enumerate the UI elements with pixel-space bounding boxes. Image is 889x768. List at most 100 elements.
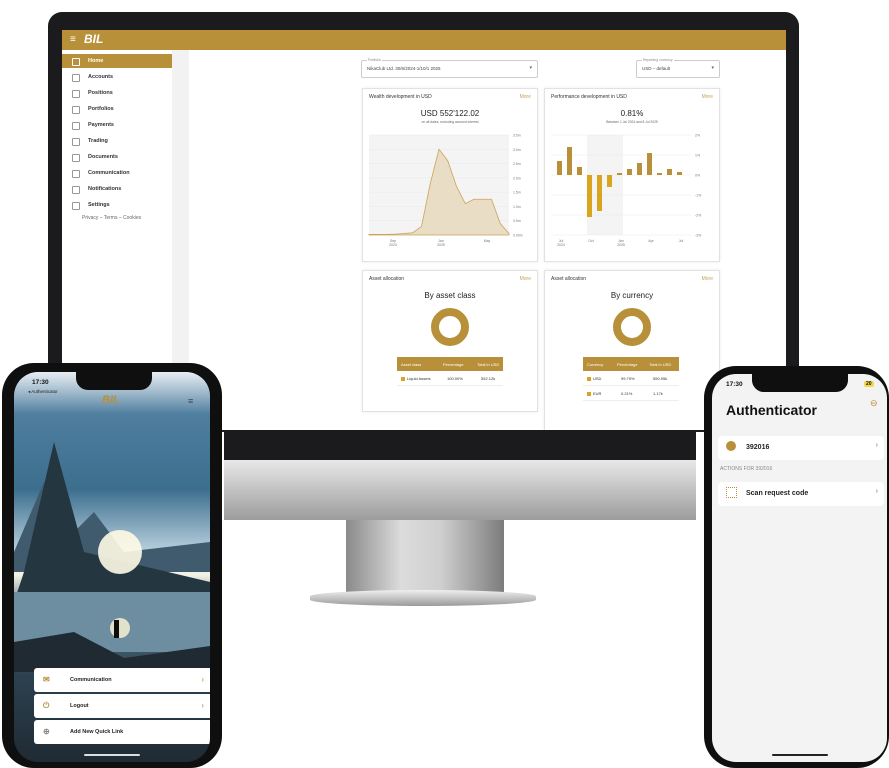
x-tick-label: Oct	[588, 239, 593, 243]
phone-notch	[752, 374, 848, 392]
wealth-subtitle: on all dates, excluding accrued interest	[421, 120, 479, 124]
chevron-right-icon: ›	[875, 442, 878, 449]
sidebar-item-positions[interactable]: Positions	[62, 86, 172, 100]
more-link[interactable]: More	[520, 276, 531, 282]
more-link[interactable]: More	[702, 276, 713, 282]
home-indicator	[84, 754, 140, 756]
performance-subtitle: Between 1 Jul 2024 and 8 Jul 2025	[606, 120, 658, 124]
allocation-class-card: Asset allocation More By asset class Ass…	[362, 270, 538, 412]
payments-icon	[72, 122, 80, 130]
performance-bar	[637, 163, 642, 175]
hamburger-menu-icon[interactable]: ≡	[188, 396, 193, 406]
currency-select[interactable]: Reporting currency USD – default ▾	[636, 58, 720, 78]
y-tick-label: 1.5m	[513, 191, 521, 195]
accounts-icon	[72, 74, 80, 82]
user-avatar-icon	[726, 441, 736, 451]
y-tick-label: -3%	[695, 234, 701, 238]
menu-icon[interactable]: ≡	[70, 34, 76, 45]
wealth-amount: USD 552'122.02	[420, 109, 480, 118]
legend-swatch	[587, 376, 591, 381]
settings-icon	[72, 202, 80, 210]
back-link[interactable]: ◂ Authenticator	[28, 389, 58, 395]
sidebar-item-communication[interactable]: Communication	[62, 166, 172, 180]
performance-card: Performance development in USD More 0.81…	[544, 88, 720, 262]
quick-link-logout[interactable]: ⏻ Logout ›	[34, 694, 210, 718]
performance-chart: 2%1%0%-1%-2%-3%Jul2024Oct Jan2025Apr Jul	[551, 134, 701, 247]
left-phone-screen: 17:30 ◂ Authenticator BIL ≡ ✉ Communicat…	[14, 372, 210, 762]
y-tick-label: 3.0m	[513, 148, 521, 152]
performance-bar	[677, 172, 682, 175]
donut-ring	[613, 308, 651, 346]
sidebar-item-notifications[interactable]: Notifications	[62, 182, 172, 196]
sidebar-item-accounts[interactable]: Accounts	[62, 70, 172, 84]
y-tick-label: 3.5m	[513, 134, 521, 138]
quick-link-communication[interactable]: ✉ Communication ›	[34, 668, 210, 692]
home-indicator	[772, 754, 828, 756]
sidebar-item-payments[interactable]: Payments	[62, 118, 172, 132]
qr-code-icon	[726, 487, 737, 498]
mountain-peak	[14, 442, 210, 602]
y-tick-label: -1%	[695, 194, 701, 198]
sidebar-item-trading[interactable]: Trading	[62, 134, 172, 148]
user-row[interactable]: 392016 ›	[718, 436, 884, 460]
sidebar-item-portfolios[interactable]: Portfolios	[62, 102, 172, 116]
donut-ring	[431, 308, 469, 346]
more-link[interactable]: More	[520, 94, 531, 100]
sidebar-item-settings[interactable]: Settings	[62, 198, 172, 212]
y-tick-label: 1%	[695, 154, 700, 158]
y-tick-label: 0%	[695, 174, 700, 178]
allocation-currency-card: Asset allocation More By currency Curren…	[544, 270, 720, 430]
chevron-down-icon: ▾	[711, 65, 714, 71]
notifications-icon	[72, 186, 80, 194]
chevron-right-icon: ›	[875, 488, 878, 495]
donut-chart	[613, 308, 651, 346]
sun-reflection	[110, 618, 130, 638]
wealth-chart: 3.5m3.0m2.5m2.0m1.5m1.0m0.5m0.00mSep2024…	[368, 134, 523, 247]
portfolios-icon	[72, 106, 80, 114]
performance-bar	[667, 169, 672, 175]
monitor-bezel-bottom	[224, 432, 696, 462]
performance-bar	[557, 161, 562, 175]
scan-request-row[interactable]: Scan request code ›	[718, 482, 884, 506]
x-tick-label: 2024	[557, 243, 565, 247]
status-time: 17:30	[726, 381, 743, 388]
top-bar: ≡ BIL	[62, 30, 786, 50]
y-tick-label: 2.0m	[513, 176, 521, 180]
page-title: Authenticator	[726, 402, 817, 418]
allocation-currency-table: Currency Percentage Total in USD USD 99.…	[583, 357, 679, 401]
table-row[interactable]: Liquid Assets 100.00% 552.12k	[397, 371, 503, 386]
home-icon	[72, 58, 80, 66]
chevron-down-icon: ▾	[529, 65, 532, 71]
performance-bar	[657, 173, 662, 175]
more-options-icon[interactable]: ⊖	[870, 398, 878, 409]
monitor-stand	[346, 520, 504, 592]
y-tick-label: -2%	[695, 214, 701, 218]
table-row[interactable]: EUR 0.21% 1.17k	[583, 386, 679, 401]
quick-link-add[interactable]: ⊕ Add New Quick Link	[34, 720, 210, 744]
phone-notch	[76, 372, 152, 390]
y-tick-label: 2%	[695, 134, 700, 138]
section-label: ACTIONS FOR 392016	[720, 466, 773, 472]
table-header: Asset class Percentage Total in USD	[397, 357, 503, 371]
sidebar-item-home[interactable]: Home	[62, 54, 172, 68]
allocation-class-table: Asset class Percentage Total in USD Liqu…	[397, 357, 503, 386]
table-header: Currency Percentage Total in USD	[583, 357, 679, 371]
table-row[interactable]: USD 99.79% 550.95k	[583, 371, 679, 386]
performance-bar	[607, 175, 612, 187]
monitor-chin	[224, 460, 696, 520]
mountain-landscape	[14, 442, 210, 672]
x-tick-label: 2025	[617, 243, 625, 247]
legend-swatch	[401, 376, 405, 381]
y-tick-label: 1.0m	[513, 205, 521, 209]
performance-amount: 0.81%	[620, 109, 644, 118]
footer-links[interactable]: Privacy – Terms – Cookies	[82, 215, 141, 221]
hiker-figure	[114, 620, 119, 638]
battery-indicator: 20	[864, 381, 874, 387]
more-link[interactable]: More	[702, 94, 713, 100]
sidebar-item-documents[interactable]: Documents	[62, 150, 172, 164]
portfolio-select[interactable]: Portfolio NikaClub Ltd. 30/6/2024-1/10/1…	[361, 58, 538, 78]
envelope-icon: ✉	[43, 675, 50, 684]
performance-bar	[567, 147, 572, 175]
donut-chart	[431, 308, 469, 346]
communication-icon	[72, 170, 80, 178]
